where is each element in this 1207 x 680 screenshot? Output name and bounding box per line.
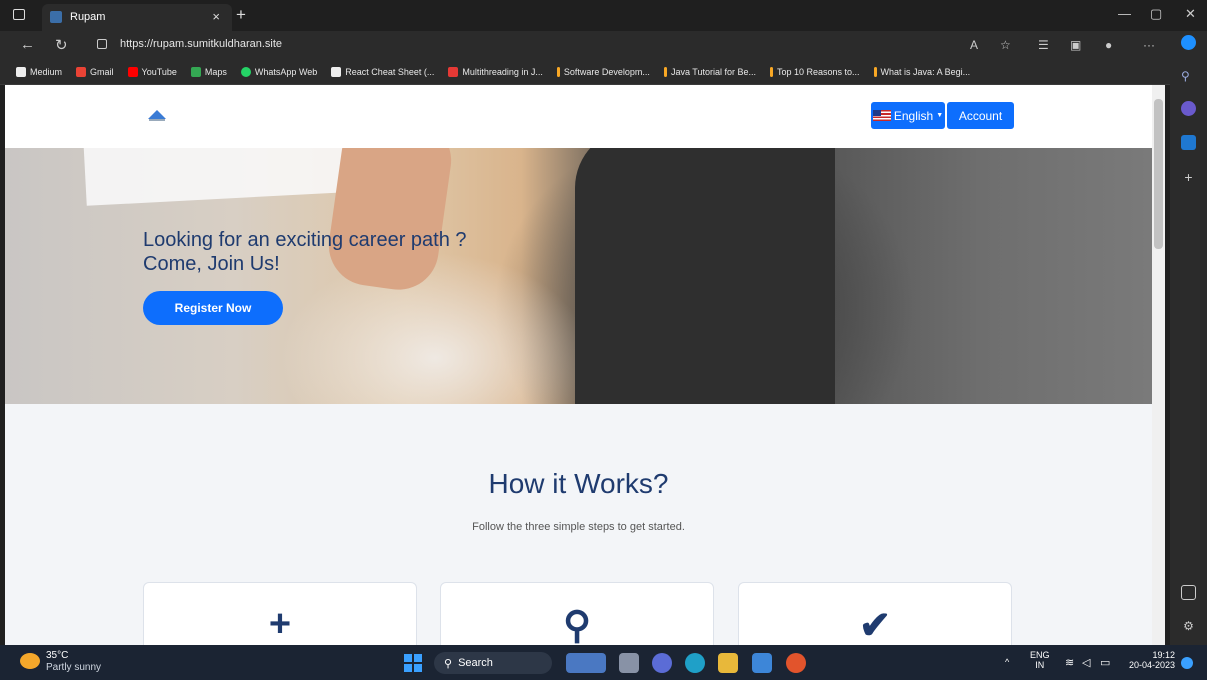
windows-taskbar: 35°C Partly sunny ⚲ Search ^ ENG IN ≋ ◁ …: [0, 645, 1207, 680]
favorites-list-icon[interactable]: ☰: [1038, 38, 1049, 52]
read-aloud-icon[interactable]: A: [970, 38, 978, 52]
volume-icon[interactable]: ◁: [1082, 656, 1090, 669]
new-tab-icon[interactable]: +: [236, 5, 246, 25]
address-bar: ← ↻ https://rupam.sumitkuldharan.site A …: [0, 31, 1207, 59]
step-card-register: +: [143, 582, 417, 645]
chevron-up-icon[interactable]: ^: [1005, 657, 1009, 667]
bookmark-software[interactable]: Software Developm...: [556, 66, 650, 77]
bookmark-youtube[interactable]: YouTube: [127, 66, 177, 77]
tab-strip: Rupam × + — ▢ ✕: [0, 0, 1207, 31]
more-icon[interactable]: ···: [1143, 38, 1155, 52]
edge-icon[interactable]: [685, 653, 705, 673]
refresh-icon[interactable]: ↻: [55, 36, 68, 54]
language-label: English: [893, 108, 934, 123]
whatsapp-icon: [240, 66, 251, 77]
search-icon[interactable]: ⚲: [1181, 69, 1196, 84]
temperature: 35°C: [46, 650, 69, 661]
collections-icon[interactable]: ▣: [1070, 38, 1081, 52]
scrollbar-thumb[interactable]: [1154, 99, 1163, 249]
register-now-button[interactable]: Register Now: [143, 291, 283, 325]
close-window-icon[interactable]: ✕: [1185, 6, 1196, 22]
hero-image-sleeve: [575, 148, 835, 404]
how-it-works-subtitle: Follow the three simple steps to get sta…: [472, 521, 685, 533]
search-icon: ⚲: [563, 605, 591, 645]
language-dropdown[interactable]: English ▼: [871, 102, 945, 129]
store-icon[interactable]: [752, 653, 772, 673]
battery-icon[interactable]: ▭: [1100, 656, 1110, 669]
input-language[interactable]: ENG IN: [1030, 650, 1050, 670]
profile-icon[interactable]: ●: [1105, 38, 1112, 52]
settings-icon[interactable]: ⚙: [1181, 619, 1196, 634]
file-explorer-icon[interactable]: [718, 653, 738, 673]
hero-banner: Looking for an exciting career path ? Co…: [5, 148, 1152, 404]
wifi-icon[interactable]: ≋: [1065, 656, 1074, 669]
restore-icon[interactable]: ▢: [1150, 6, 1162, 22]
account-button[interactable]: Account: [947, 102, 1014, 129]
search-icon: ⚲: [444, 657, 453, 670]
hero-title: Looking for an exciting career path ? Co…: [143, 229, 467, 275]
start-icon[interactable]: [404, 654, 422, 672]
step-card-check: ✔: [738, 582, 1012, 645]
bookmark-site-icon: [448, 66, 459, 77]
bookmark-site-icon: [769, 66, 773, 77]
bookmark-whatsapp[interactable]: WhatsApp Web: [240, 66, 317, 77]
bookmark-site-icon: [663, 66, 667, 77]
widgets-icon[interactable]: [566, 653, 606, 673]
site-logo[interactable]: [146, 107, 168, 123]
medium-icon: [16, 66, 26, 77]
minimize-icon[interactable]: —: [1118, 6, 1131, 21]
sidebar-toggle-icon[interactable]: [1181, 585, 1196, 600]
lock-icon[interactable]: [97, 39, 107, 49]
check-icon: ✔: [859, 605, 891, 645]
close-tab-icon[interactable]: ×: [212, 9, 220, 24]
site-header: English ▼ Account: [5, 85, 1152, 148]
maps-icon: [190, 66, 201, 77]
favorite-icon[interactable]: ☆: [1000, 38, 1011, 52]
bing-icon[interactable]: [1181, 35, 1196, 50]
add-icon[interactable]: +: [1181, 169, 1196, 185]
bookmark-top10[interactable]: Top 10 Reasons to...: [769, 66, 860, 77]
bookmark-react[interactable]: React Cheat Sheet (...: [331, 66, 434, 77]
weather-icon[interactable]: [20, 653, 40, 669]
youtube-icon: [127, 66, 138, 77]
url-field[interactable]: https://rupam.sumitkuldharan.site: [120, 38, 282, 50]
bookmark-site-icon: [556, 66, 560, 77]
step-card-search: ⚲: [440, 582, 714, 645]
notification-icon[interactable]: [1181, 657, 1193, 669]
bookmark-multithreading[interactable]: Multithreading in J...: [448, 66, 543, 77]
bookmarks-bar: Medium Gmail YouTube Maps WhatsApp Web R…: [0, 59, 1170, 85]
shopping-icon[interactable]: [1181, 101, 1196, 116]
us-flag-icon: [872, 110, 891, 121]
tab-title: Rupam: [70, 11, 106, 23]
bookmark-what-is-java[interactable]: What is Java: A Begi...: [873, 66, 970, 77]
react-icon: [331, 66, 342, 77]
chrome-icon[interactable]: [786, 653, 806, 673]
back-icon[interactable]: ←: [20, 36, 35, 53]
task-view-icon[interactable]: [619, 653, 639, 673]
bookmark-site-icon: [873, 66, 877, 77]
bookmark-gmail[interactable]: Gmail: [76, 66, 114, 77]
web-page: English ▼ Account Looking for an excitin…: [5, 85, 1152, 645]
bookmark-java-tutorial[interactable]: Java Tutorial for Be...: [663, 66, 756, 77]
page-scrollbar[interactable]: [1152, 85, 1165, 645]
bookmark-maps[interactable]: Maps: [190, 66, 227, 77]
bookmark-medium[interactable]: Medium: [16, 66, 62, 77]
browser-tab[interactable]: Rupam ×: [42, 4, 232, 31]
outlook-icon[interactable]: [1181, 135, 1196, 150]
weather-condition: Partly sunny: [46, 662, 102, 673]
edge-sidebar: ⚲ + ⚙: [1170, 31, 1207, 645]
favicon-icon: [50, 11, 62, 23]
clock[interactable]: 19:12 20-04-2023: [1125, 650, 1175, 670]
gmail-icon: [76, 66, 87, 77]
taskbar-search[interactable]: ⚲ Search: [434, 652, 552, 674]
chat-icon[interactable]: [652, 653, 672, 673]
how-it-works-title: How it Works?: [488, 468, 669, 499]
plus-icon: +: [268, 603, 292, 645]
tab-actions-icon[interactable]: [13, 9, 25, 20]
caret-down-icon: ▼: [936, 112, 944, 119]
